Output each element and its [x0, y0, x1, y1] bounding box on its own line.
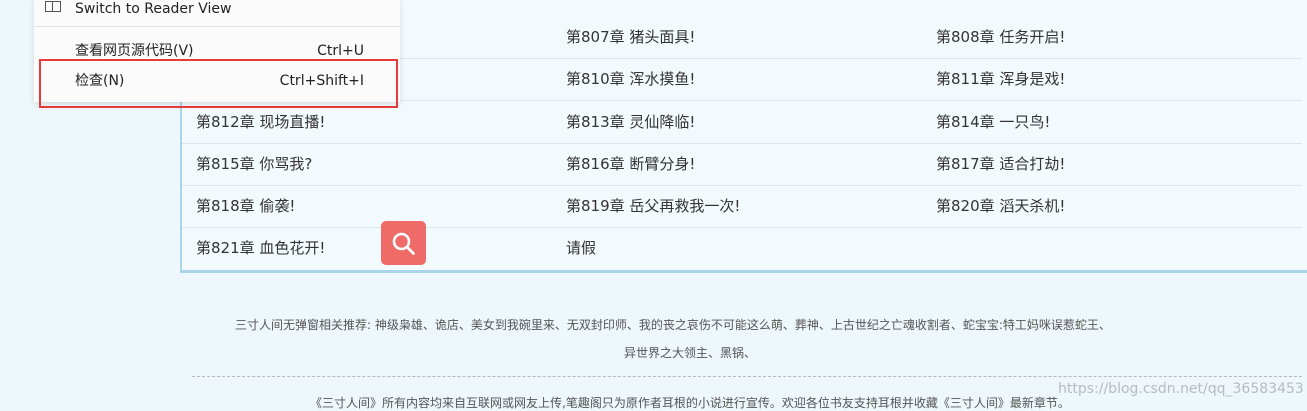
menu-item-label: Switch to Reader View	[75, 1, 232, 17]
search-button[interactable]	[381, 221, 426, 265]
chapter-link[interactable]: 第808章 任务开启!	[936, 16, 1065, 58]
table-row: 第818章 偷袭! 第819章 岳父再救我一次! 第820章 滔天杀机!	[182, 185, 1302, 228]
chapter-link[interactable]: 请假	[566, 227, 596, 269]
search-icon	[392, 232, 415, 255]
related-recommendations-continued: 异世界之大领主、黑锅、	[623, 346, 756, 360]
copyright-notice: 《三寸人间》所有内容均来自互联网或网友上传,笔趣阁只为原作者耳根的小说进行宣传。…	[310, 396, 1070, 410]
chapter-link[interactable]: 第811章 浑身是戏!	[936, 58, 1065, 100]
watermark-text: https://blog.csdn.net/qq_36583453	[1058, 381, 1304, 397]
table-row: 第815章 你骂我? 第816章 断臂分身! 第817章 适合打劫!	[182, 143, 1302, 186]
chapter-link[interactable]: 第814章 一只鸟!	[936, 101, 1050, 143]
chapter-link[interactable]: 第816章 断臂分身!	[566, 143, 695, 185]
related-recommendations: 三寸人间无弹窗相关推荐: 神级枭雄、诡店、美女到我碗里来、无双封印师、我的丧之哀…	[235, 318, 1111, 332]
inspect-highlight-box	[39, 59, 398, 108]
chapter-link[interactable]: 第820章 滔天杀机!	[936, 185, 1065, 227]
menu-divider	[34, 26, 400, 27]
chapter-link[interactable]: 第807章 猪头面具!	[566, 16, 695, 58]
footer-divider	[192, 376, 1302, 377]
chapter-link[interactable]: 第810章 浑水摸鱼!	[566, 58, 695, 100]
chapter-link[interactable]: 第815章 你骂我?	[196, 143, 312, 185]
reader-view-icon	[45, 1, 61, 12]
chapter-link[interactable]: 第818章 偷袭!	[196, 185, 295, 227]
chapter-link[interactable]: 第819章 岳父再救我一次!	[566, 185, 740, 227]
chapter-link[interactable]: 第821章 血色花开!	[196, 227, 325, 269]
menu-item-reader-view[interactable]: Switch to Reader View	[34, 0, 400, 23]
table-row: 第821章 血色花开! 请假	[182, 227, 1302, 269]
chapter-link[interactable]: 第813章 灵仙降临!	[566, 101, 695, 143]
chapter-link[interactable]: 第817章 适合打劫!	[936, 143, 1065, 185]
